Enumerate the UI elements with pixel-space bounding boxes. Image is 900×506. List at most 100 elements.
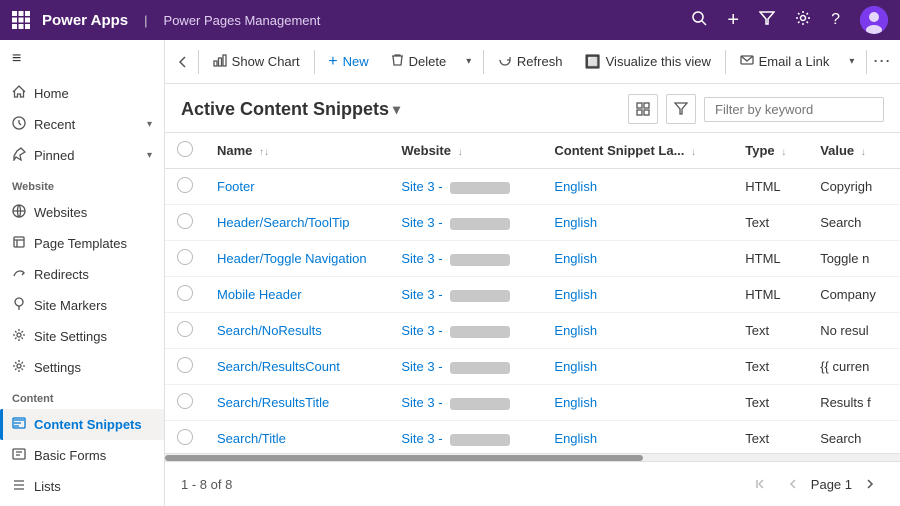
view-filter-button[interactable] — [666, 94, 696, 124]
row-checkbox[interactable] — [177, 429, 193, 445]
row-checkbox[interactable] — [177, 393, 193, 409]
row-checkbox-cell[interactable] — [165, 241, 205, 277]
sidebar-item-pinned[interactable]: Pinned ▾ — [0, 140, 164, 171]
visualize-button[interactable]: 🔲 Visualize this view — [574, 49, 720, 75]
table-row[interactable]: Header/Toggle Navigation Site 3 - Englis… — [165, 241, 900, 277]
row-checkbox-cell[interactable] — [165, 313, 205, 349]
table-row[interactable]: Search/ResultsTitle Site 3 - English Tex… — [165, 385, 900, 421]
row-checkbox-cell[interactable] — [165, 169, 205, 205]
row-checkbox[interactable] — [177, 213, 193, 229]
sidebar-item-settings[interactable]: Settings — [0, 352, 164, 383]
row-lang-link[interactable]: English — [554, 431, 597, 446]
help-icon[interactable]: ? — [831, 11, 840, 29]
row-website-link[interactable]: Site 3 - — [401, 251, 510, 266]
table-row[interactable]: Search/ResultsCount Site 3 - English Tex… — [165, 349, 900, 385]
row-name-link[interactable]: Search/Title — [217, 431, 286, 446]
table-row[interactable]: Header/Search/ToolTip Site 3 - English T… — [165, 205, 900, 241]
row-website-link[interactable]: Site 3 - — [401, 431, 510, 446]
row-name-link[interactable]: Mobile Header — [217, 287, 302, 302]
waffle-icon[interactable] — [12, 11, 30, 29]
row-lang-link[interactable]: English — [554, 179, 597, 194]
row-lang-link[interactable]: English — [554, 251, 597, 266]
table-row[interactable]: Search/NoResults Site 3 - English Text N… — [165, 313, 900, 349]
sidebar-item-websites[interactable]: Websites — [0, 197, 164, 228]
table-row[interactable]: Search/Title Site 3 - English Text Searc… — [165, 421, 900, 454]
row-checkbox-cell[interactable] — [165, 385, 205, 421]
sidebar-item-recent[interactable]: Recent ▾ — [0, 109, 164, 140]
sidebar-item-lists[interactable]: Lists — [0, 471, 164, 502]
email-link-button[interactable]: Email a Link — [730, 48, 840, 75]
settings-icon[interactable] — [795, 10, 811, 31]
row-website-link[interactable]: Site 3 - — [401, 359, 510, 374]
first-page-button[interactable] — [747, 470, 775, 498]
row-checkbox[interactable] — [177, 249, 193, 265]
more-button[interactable]: ⋯ — [871, 47, 892, 77]
sidebar-item-redirects-label: Redirects — [34, 267, 89, 282]
row-name-link[interactable]: Footer — [217, 179, 255, 194]
sidebar-item-page-templates[interactable]: Page Templates — [0, 228, 164, 259]
back-button[interactable] — [173, 47, 194, 77]
sidebar-item-basic-forms[interactable]: Basic Forms — [0, 440, 164, 471]
row-checkbox[interactable] — [177, 285, 193, 301]
view-title-chevron-icon[interactable]: ▾ — [393, 101, 400, 118]
sidebar-item-site-settings[interactable]: Site Settings — [0, 321, 164, 352]
row-lang-link[interactable]: English — [554, 395, 597, 410]
row-name-link[interactable]: Header/Toggle Navigation — [217, 251, 367, 266]
col-value[interactable]: Value ↓ — [808, 133, 900, 169]
row-website-link[interactable]: Site 3 - — [401, 395, 510, 410]
row-website-link[interactable]: Site 3 - — [401, 323, 510, 338]
row-lang-link[interactable]: English — [554, 323, 597, 338]
row-lang-cell: English — [542, 313, 733, 349]
row-name-link[interactable]: Search/NoResults — [217, 323, 322, 338]
search-icon[interactable] — [691, 10, 707, 31]
row-checkbox[interactable] — [177, 177, 193, 193]
col-snippet-lang[interactable]: Content Snippet La... ↓ — [542, 133, 733, 169]
sidebar-hamburger[interactable]: ≡ — [0, 40, 164, 78]
row-name-link[interactable]: Header/Search/ToolTip — [217, 215, 349, 230]
filter-input[interactable] — [704, 97, 884, 122]
row-lang-link[interactable]: English — [554, 359, 597, 374]
prev-page-button[interactable] — [779, 470, 807, 498]
select-all-col[interactable] — [165, 133, 205, 169]
row-value-cell: No resul — [808, 313, 900, 349]
sidebar-item-site-markers[interactable]: Site Markers — [0, 290, 164, 321]
horizontal-scrollbar[interactable] — [165, 453, 900, 461]
col-website[interactable]: Website ↓ — [389, 133, 542, 169]
sidebar-item-content-snippets[interactable]: Content Snippets — [0, 409, 164, 440]
avatar[interactable] — [860, 6, 888, 34]
select-all-checkbox[interactable] — [177, 141, 193, 157]
view-layout-button[interactable] — [628, 94, 658, 124]
page-templates-icon — [12, 235, 26, 252]
email-dropdown-button[interactable]: ▾ — [841, 47, 862, 77]
row-website-link[interactable]: Site 3 - — [401, 287, 510, 302]
next-page-button[interactable] — [856, 470, 884, 498]
new-button[interactable]: + New — [318, 48, 378, 76]
row-name-link[interactable]: Search/ResultsCount — [217, 359, 340, 374]
row-name-link[interactable]: Search/ResultsTitle — [217, 395, 329, 410]
delete-dropdown-button[interactable]: ▾ — [458, 47, 479, 77]
row-checkbox[interactable] — [177, 357, 193, 373]
sidebar-item-redirects[interactable]: Redirects — [0, 259, 164, 290]
redirects-icon — [12, 266, 26, 283]
table-row[interactable]: Mobile Header Site 3 - English HTML Comp… — [165, 277, 900, 313]
row-lang-link[interactable]: English — [554, 287, 597, 302]
col-type-label: Type — [745, 143, 774, 158]
row-checkbox[interactable] — [177, 321, 193, 337]
row-checkbox-cell[interactable] — [165, 349, 205, 385]
row-checkbox-cell[interactable] — [165, 421, 205, 454]
row-checkbox-cell[interactable] — [165, 205, 205, 241]
row-website-link[interactable]: Site 3 - — [401, 215, 510, 230]
row-checkbox-cell[interactable] — [165, 277, 205, 313]
filter-icon[interactable] — [759, 10, 775, 31]
col-name[interactable]: Name ↑↓ — [205, 133, 389, 169]
refresh-button[interactable]: Refresh — [488, 48, 573, 75]
row-lang-link[interactable]: English — [554, 215, 597, 230]
add-icon[interactable]: + — [727, 9, 739, 32]
delete-button[interactable]: Delete — [381, 48, 457, 75]
col-type[interactable]: Type ↓ — [733, 133, 808, 169]
row-website-link[interactable]: Site 3 - — [401, 179, 510, 194]
table-row[interactable]: Footer Site 3 - English HTML Copyrigh — [165, 169, 900, 205]
horizontal-scroll-thumb[interactable] — [165, 455, 643, 461]
sidebar-item-home[interactable]: Home — [0, 78, 164, 109]
show-chart-button[interactable]: Show Chart — [203, 48, 310, 75]
